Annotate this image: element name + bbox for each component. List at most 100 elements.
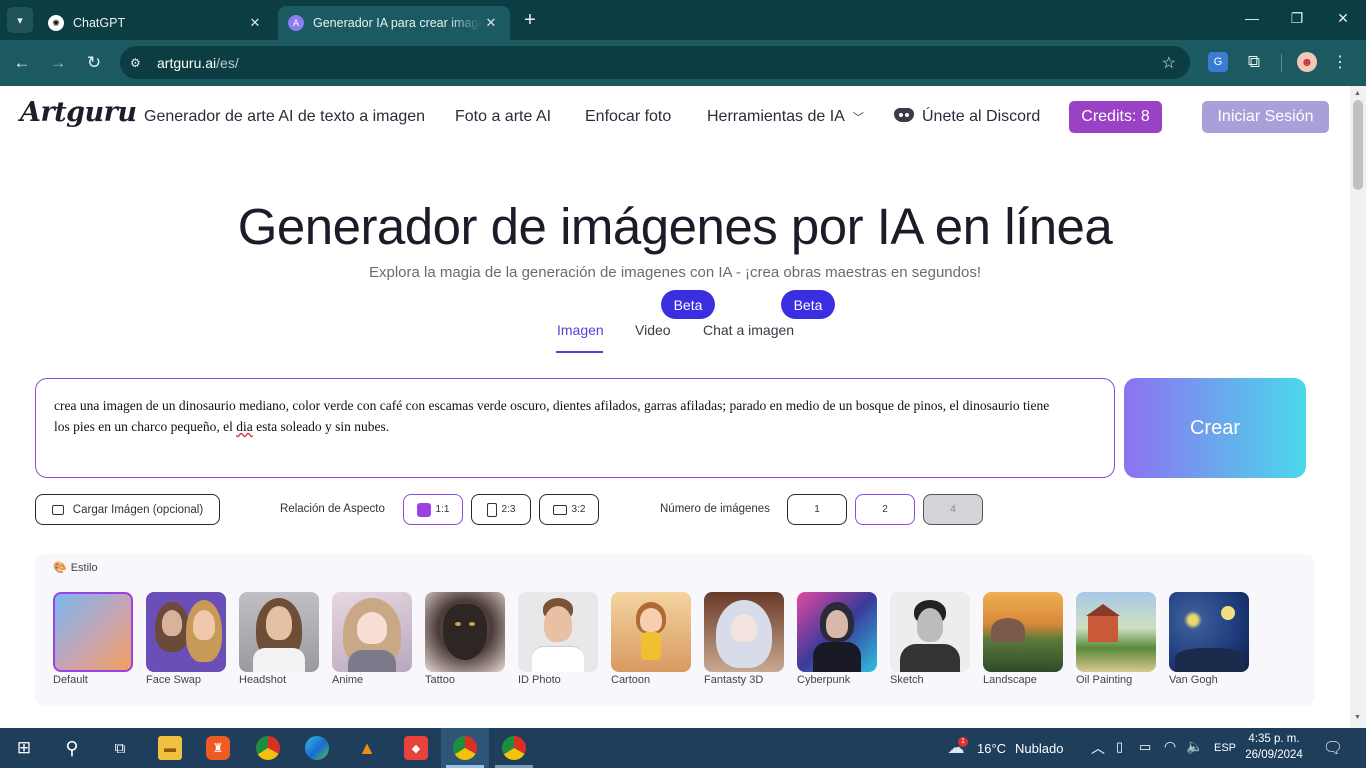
tab-video[interactable]: Video — [635, 322, 671, 338]
browser-tab-bar: ▾ ✺ ChatGPT ✕ A Generador IA para crear … — [0, 0, 1366, 40]
tab-artguru[interactable]: A Generador IA para crear imagen ✕ — [278, 6, 510, 40]
forward-arrow-icon[interactable]: → — [47, 52, 69, 74]
restore-icon[interactable]: ❐ — [1287, 10, 1307, 27]
style-label: Sketch — [890, 674, 924, 686]
reload-icon[interactable]: ↻ — [83, 52, 105, 74]
create-button[interactable]: Crear — [1124, 378, 1306, 478]
page-subtitle: Explora la magia de la generación de ima… — [368, 264, 982, 281]
language-indicator[interactable]: ESP — [1214, 742, 1236, 754]
bookmark-star-icon[interactable]: ☆ — [1162, 53, 1176, 73]
aspect-2-3-button[interactable]: 2:3 — [471, 494, 531, 525]
extensions-puzzle-icon[interactable]: ⧉ — [1244, 52, 1264, 72]
vlc-icon[interactable]: ▲ — [355, 736, 379, 760]
style-card-id-photo[interactable] — [518, 592, 598, 672]
image-icon — [51, 504, 64, 515]
brave-browser-icon[interactable]: ♜ — [206, 736, 230, 760]
style-label: Headshot — [239, 674, 287, 686]
weather-temperature[interactable]: 16°C — [977, 741, 1006, 756]
new-tab-plus-icon[interactable]: + — [518, 9, 542, 31]
style-card-van-gogh[interactable] — [1169, 592, 1249, 672]
weather-condition[interactable]: Nublado — [1015, 741, 1063, 756]
search-icon[interactable]: ⚲ — [60, 736, 84, 760]
discord-icon — [894, 108, 914, 122]
scrollbar-thumb[interactable] — [1353, 100, 1363, 190]
close-icon[interactable]: ✕ — [482, 15, 500, 31]
discord-label: Únete al Discord — [922, 108, 1041, 125]
style-heading: 🎨 Estilo — [53, 562, 98, 574]
translate-extension-icon[interactable]: G — [1208, 52, 1228, 72]
windows-start-icon[interactable]: ⊞ — [12, 736, 36, 760]
nav-link-sharpen-photo[interactable]: Enfocar foto — [585, 108, 671, 126]
aspect-3-2-button[interactable]: 3:2 — [539, 494, 599, 525]
upload-image-button[interactable]: Cargar Imágen (opcional) — [35, 494, 220, 525]
style-card-anime[interactable] — [332, 592, 412, 672]
count-4-button[interactable]: 4 — [923, 494, 983, 525]
chrome-profile-icon[interactable] — [453, 736, 477, 760]
style-label: Van Gogh — [1169, 674, 1218, 686]
style-label: Cartoon — [611, 674, 651, 686]
page-scrollbar[interactable]: ▲ ▼ — [1350, 86, 1366, 728]
artguru-icon: A — [288, 15, 304, 31]
style-label: Face Swap — [146, 674, 202, 686]
clock-date: 26/09/2024 — [1245, 749, 1303, 761]
style-card-tattoo[interactable] — [425, 592, 505, 672]
style-card-cyberpunk[interactable] — [797, 592, 877, 672]
style-label: ID Photo — [518, 674, 561, 686]
style-label: Tattoo — [425, 674, 455, 686]
scroll-down-arrow-icon[interactable]: ▼ — [1354, 714, 1361, 721]
notifications-icon[interactable]: 🗨 — [1321, 736, 1345, 760]
prompt-textarea[interactable]: crea una imagen de un dinosaurio mediano… — [35, 378, 1115, 478]
scroll-up-arrow-icon[interactable]: ▲ — [1354, 90, 1361, 97]
windows-taskbar: ⊞ ⚲ ⧉ ▬ ♜ ▲ ◆ ☁ 1 16°C Nublado ︿ ▯ ▭ ◠ 🔈… — [0, 728, 1366, 768]
anydesk-icon[interactable]: ◆ — [404, 736, 428, 760]
chrome-profile-2-icon[interactable] — [502, 736, 526, 760]
file-explorer-icon[interactable]: ▬ — [158, 736, 182, 760]
login-button[interactable]: Iniciar Sesión — [1202, 101, 1329, 133]
style-card-fantasy-3d[interactable] — [704, 592, 784, 672]
style-card-sketch[interactable] — [890, 592, 970, 672]
nav-link-text-to-image[interactable]: Generador de arte AI de texto a imagen — [144, 108, 425, 126]
prompt-line-1: crea una imagen de un dinosaurio mediano… — [54, 398, 1050, 413]
tab-chat-to-image[interactable]: Chat a imagen — [703, 322, 794, 338]
style-card-cartoon[interactable] — [611, 592, 691, 672]
system-clock[interactable]: 4:35 p. m. 26/09/2024 — [1236, 731, 1312, 763]
style-card-oil-painting[interactable] — [1076, 592, 1156, 672]
edge-icon[interactable] — [305, 736, 329, 760]
aspect-1-1-button[interactable]: 1:1 — [403, 494, 463, 525]
close-icon[interactable]: ✕ — [246, 15, 264, 31]
tab-chatgpt[interactable]: ✺ ChatGPT ✕ — [38, 6, 274, 40]
clock-time: 4:35 p. m. — [1248, 733, 1300, 745]
style-label: Default — [53, 674, 88, 686]
count-1-button[interactable]: 1 — [787, 494, 847, 525]
nav-link-discord[interactable]: Únete al Discord — [894, 108, 1040, 126]
tab-search-chevron-icon[interactable]: ▾ — [7, 7, 33, 33]
battery-icon[interactable]: ▭ — [1139, 739, 1151, 755]
minimize-icon[interactable]: — — [1242, 10, 1262, 26]
kebab-menu-icon[interactable]: ⋮ — [1330, 52, 1350, 72]
site-settings-icon[interactable]: ⚙ — [130, 56, 146, 70]
style-label: Landscape — [983, 674, 1037, 686]
style-label: Fantasty 3D — [704, 674, 764, 686]
style-card-landscape[interactable] — [983, 592, 1063, 672]
artguru-logo[interactable]: Artguru — [20, 97, 137, 128]
profile-avatar-icon[interactable]: ☻ — [1297, 52, 1317, 72]
back-arrow-icon[interactable]: ← — [11, 52, 33, 74]
credits-badge[interactable]: Credits: 8 — [1069, 101, 1162, 133]
style-card-face-swap[interactable] — [146, 592, 226, 672]
style-card-headshot[interactable] — [239, 592, 319, 672]
tray-device-icon[interactable]: ▯ — [1116, 739, 1123, 755]
chrome-icon[interactable] — [256, 736, 280, 760]
weather-badge: 1 — [958, 737, 968, 747]
task-view-icon[interactable]: ⧉ — [108, 736, 132, 760]
volume-icon[interactable]: 🔈 — [1186, 738, 1203, 755]
nav-link-ai-tools[interactable]: Herramientas de IA ﹀ — [707, 108, 864, 126]
address-bar[interactable]: ⚙ artguru.ai/es/ ☆ — [120, 46, 1190, 79]
tray-chevron-up-icon[interactable]: ︿ — [1091, 738, 1105, 758]
browser-toolbar: ← → ↻ ⚙ artguru.ai/es/ ☆ G ⧉ ☻ ⋮ — [0, 40, 1366, 86]
wifi-icon[interactable]: ◠ — [1164, 738, 1176, 755]
nav-link-photo-to-art[interactable]: Foto a arte AI — [455, 108, 551, 126]
count-2-button[interactable]: 2 — [855, 494, 915, 525]
window-close-icon[interactable]: ✕ — [1333, 10, 1353, 27]
tab-image[interactable]: Imagen — [557, 322, 604, 338]
style-card-default[interactable] — [53, 592, 133, 672]
